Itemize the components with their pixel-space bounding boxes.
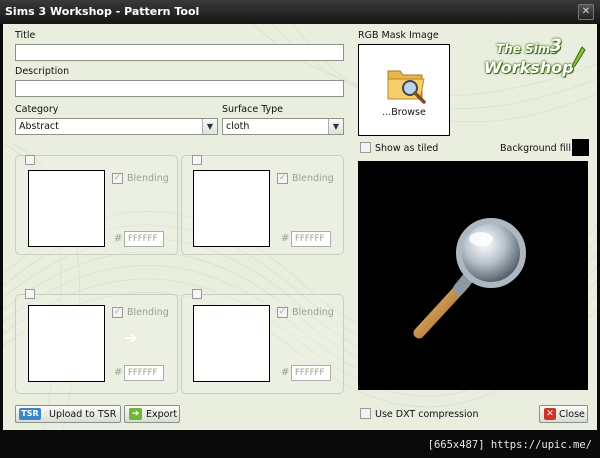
channel-1-blending-checkbox[interactable]: ✓ [112,173,123,184]
export-button[interactable]: ➔ Export [124,405,180,423]
close-label: Close [559,409,585,420]
channel-2-blending-label: Blending [292,173,334,184]
magnifier-icon [413,218,526,339]
channel-3-hash: # [114,367,123,378]
category-select[interactable]: Abstract ▼ [15,118,218,135]
logo-line-1: The Sims [496,42,558,56]
window-title: Sims 3 Workshop - Pattern Tool [5,5,200,18]
rgb-mask-browse-button[interactable]: ...Browse [358,44,450,136]
channel-3-blending-checkbox[interactable]: ✓ [112,307,123,318]
logo-line-2: Workshop [484,58,574,77]
show-as-tiled-label: Show as tiled [375,143,439,154]
channel-3-enable-checkbox[interactable] [25,289,35,299]
image-host-status-bar: [665x487] https://upic.me/ [0,434,600,458]
background-fill-swatch[interactable] [572,139,589,156]
channel-3-swatch[interactable] [28,305,105,382]
rgb-mask-label: RGB Mask Image [358,30,439,41]
channel-4-hash: # [281,367,290,378]
channel-3-hex-input[interactable]: FFFFFF [124,365,164,381]
category-label: Category [15,104,59,115]
title-bar[interactable]: Sims 3 Workshop - Pattern Tool ✕ [0,0,600,25]
close-x-icon: ✕ [544,408,556,420]
channel-4-swatch[interactable] [193,305,270,382]
folder-magnifier-icon [387,70,426,104]
channel-2-swatch[interactable] [193,170,270,247]
channel-1-hash: # [114,233,123,244]
pattern-tool-window: Sims 3 Workshop - Pattern Tool ✕ Title D… [0,0,600,458]
channel-3-blending-label: Blending [127,307,169,318]
image-size-status: [665x487] https://upic.me/ [427,439,592,451]
upload-to-tsr-button[interactable]: TSR Upload to TSR [15,405,121,423]
channel-4-hex-input[interactable]: FFFFFF [291,365,331,381]
description-label: Description [15,66,70,77]
tsr-icon: TSR [19,408,41,420]
channel-1-swatch[interactable] [28,170,105,247]
surface-type-label: Surface Type [222,104,284,115]
client-area: Title Description Category Abstract ▼ Su… [3,24,597,430]
use-dxt-compression-checkbox[interactable] [360,408,371,419]
category-value: Abstract [19,121,59,132]
surface-type-dropdown-icon[interactable]: ▼ [328,119,343,134]
title-label: Title [15,30,36,41]
browse-label: ...Browse [382,107,426,118]
channel-1-hex-input[interactable]: FFFFFF [124,231,164,247]
upload-to-tsr-label: Upload to TSR [49,409,117,420]
category-dropdown-icon[interactable]: ▼ [202,119,217,134]
channel-4-enable-checkbox[interactable] [192,289,202,299]
arrow-right-icon: ➔ [124,328,138,347]
channel-1-blending-label: Blending [127,173,169,184]
logo-numeral: 3 [550,36,562,56]
channel-2-hash: # [281,233,290,244]
channel-4-blending-label: Blending [292,307,334,318]
sims3-workshop-logo: The Sims 3 Workshop [478,36,593,98]
channel-4-blending-checkbox[interactable]: ✓ [277,307,288,318]
channel-1-enable-checkbox[interactable] [25,155,35,165]
description-input[interactable] [15,80,344,97]
export-label: Export [146,409,178,420]
title-input[interactable] [15,44,344,61]
surface-type-value: cloth [226,121,250,132]
surface-type-select[interactable]: cloth ▼ [222,118,344,135]
export-arrow-icon: ➔ [129,408,142,420]
pencil-icon [571,46,586,68]
pattern-preview[interactable] [358,161,588,390]
use-dxt-compression-label: Use DXT compression [375,409,479,420]
show-as-tiled-checkbox[interactable] [360,142,371,153]
window-close-icon[interactable]: ✕ [578,4,594,20]
channel-2-blending-checkbox[interactable]: ✓ [277,173,288,184]
close-button[interactable]: ✕ Close [539,405,588,423]
channel-2-enable-checkbox[interactable] [192,155,202,165]
background-fill-label: Background fill [500,143,571,154]
channel-2-hex-input[interactable]: FFFFFF [291,231,331,247]
